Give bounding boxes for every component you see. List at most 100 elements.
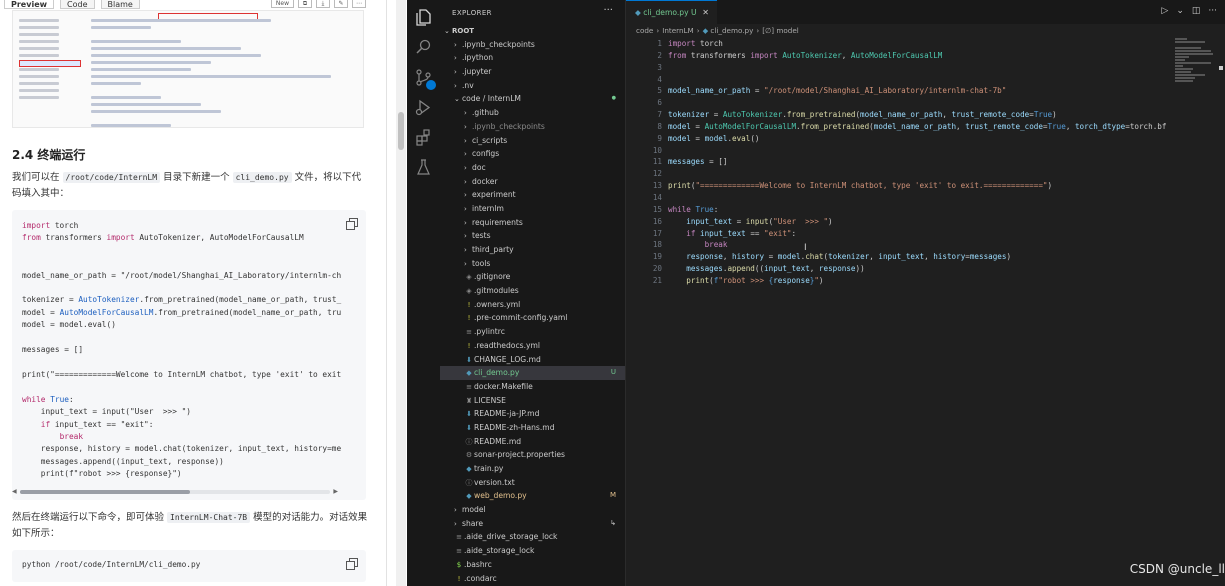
tree-item[interactable]: › .ipython (440, 51, 625, 65)
breadcrumb-file[interactable]: cli_demo.py (710, 26, 753, 35)
tree-item[interactable]: › requirements (440, 216, 625, 230)
testing-flask-icon[interactable] (414, 158, 433, 177)
code-horizontal-scrollbar[interactable]: ◀ ▶ (12, 488, 338, 496)
tree-item[interactable]: ≡ .aide_drive_storage_lock (440, 530, 625, 544)
editor-vertical-scrollbar[interactable] (1215, 24, 1225, 586)
tree-item[interactable]: ⓘ README.md (440, 435, 625, 449)
git-status-badge: U (610, 368, 616, 377)
tree-item[interactable]: › .github (440, 106, 625, 120)
code-editor[interactable]: import torch from transformers import Au… (668, 38, 1188, 287)
run-debug-icon[interactable] (414, 98, 433, 117)
git-status-badge: ● (611, 95, 616, 102)
file-icon: ≡ (456, 547, 462, 556)
tree-item[interactable]: ♜ LICENSE (440, 394, 625, 408)
scroll-left-icon[interactable]: ◀ (12, 488, 17, 495)
tree-item[interactable]: ⬇ CHANGE_LOG.md (440, 353, 625, 367)
split-editor-icon[interactable]: ◫ (1192, 6, 1201, 16)
tree-item[interactable]: ⚙ sonar-project.properties (440, 448, 625, 462)
code-line: print("=============Welcome to InternLM … (668, 181, 1053, 191)
line-number: 3 (657, 62, 662, 72)
editor-actions: ▷ ⌄ ◫ ··· (1161, 6, 1217, 16)
explorer-more-icon[interactable]: ··· (603, 5, 613, 16)
more-icon[interactable]: ⋯ (352, 0, 366, 8)
run-dropdown-icon[interactable]: ⌄ (1176, 6, 1184, 16)
code-line: import torch (668, 39, 723, 48)
copy-command-icon[interactable] (346, 558, 358, 570)
tree-item[interactable]: ⌄ ROOT (440, 24, 625, 38)
tree-item[interactable]: ≡ .pylintrc (440, 325, 625, 339)
code-line: response, history = model.chat(tokenizer… (686, 252, 1012, 262)
tree-item[interactable]: ◈ .gitignore (440, 270, 625, 284)
scroll-right-icon[interactable]: ▶ (333, 488, 338, 495)
tree-item[interactable]: ◆ train.py (440, 462, 625, 476)
tree-item[interactable]: › share ↳ (440, 517, 625, 531)
minimap[interactable] (1175, 38, 1213, 98)
tree-item[interactable]: › .jupyter (440, 65, 625, 79)
tree-item[interactable]: ⬇ README-zh-Hans.md (440, 421, 625, 435)
tree-item[interactable]: › doc (440, 161, 625, 175)
tree-item[interactable]: › .ipynb_checkpoints (440, 38, 625, 52)
chevron-right-icon: › (464, 136, 467, 145)
tree-item[interactable]: › tests (440, 229, 625, 243)
scrollbar-thumb[interactable] (20, 490, 190, 494)
tree-item[interactable]: ≡ docker.Makefile (440, 380, 625, 394)
breadcrumb-internlm[interactable]: InternLM (662, 26, 694, 35)
tree-item[interactable]: › configs (440, 147, 625, 161)
screenshot-root: Preview Code Blame New ⧉ ⤓ ✎ ⋯ 2.4 终端运行 … (0, 0, 1225, 586)
tab-cli-demo[interactable]: ◆ cli_demo.py U ✕ (626, 0, 717, 24)
download-icon[interactable]: ⤓ (316, 0, 330, 8)
tree-item[interactable]: › experiment (440, 188, 625, 202)
tree-item[interactable]: › ci_scripts (440, 134, 625, 148)
tree-item[interactable]: $ .bashrc (440, 558, 625, 572)
search-icon[interactable] (414, 38, 433, 57)
code-line: if input_text == "exit": (686, 228, 797, 238)
para-text: 我们可以在 (12, 172, 63, 183)
tree-item[interactable]: › tools (440, 257, 625, 271)
command-text: python /root/code/InternLM/cli_demo.py (22, 560, 201, 569)
chevron-right-icon: › (464, 232, 467, 241)
tree-item[interactable]: › .ipynb_checkpoints (440, 120, 625, 134)
file-icon: ! (467, 300, 471, 309)
tree-item[interactable]: ! .owners.yml (440, 298, 625, 312)
inline-code-path: /root/code/InternLM (62, 172, 161, 183)
tree-item-label: sonar-project.properties (474, 450, 565, 460)
more-actions-icon[interactable]: ··· (1208, 6, 1217, 16)
copy-code-icon[interactable] (346, 218, 358, 230)
tree-item[interactable]: ⬇ README-ja-JP.md (440, 407, 625, 421)
edit-icon[interactable]: ✎ (334, 0, 348, 8)
tree-item-label: .gitignore (474, 272, 511, 282)
tree-item[interactable]: ! .condarc (440, 572, 625, 586)
explorer-files-icon[interactable] (414, 8, 433, 27)
tree-item[interactable]: ! .readthedocs.yml (440, 339, 625, 353)
tree-item[interactable]: › model (440, 503, 625, 517)
tree-item[interactable]: ≡ .aide_storage_lock (440, 544, 625, 558)
tree-item[interactable]: › .nv (440, 79, 625, 93)
tree-item-label: .condarc (464, 573, 497, 583)
tab-preview[interactable]: Preview (4, 0, 55, 9)
tree-item[interactable]: ◆ web_demo.py M (440, 489, 625, 503)
extensions-icon[interactable] (414, 128, 433, 147)
chevron-right-icon: › (464, 177, 467, 186)
tree-item[interactable]: › internlm (440, 202, 625, 216)
tree-item[interactable]: ! .pre-commit-config.yaml (440, 311, 625, 325)
new-button[interactable]: New (270, 0, 294, 8)
tree-item[interactable]: ⌄ code / InternLM ● (440, 92, 625, 106)
tree-item[interactable]: › docker (440, 175, 625, 189)
close-tab-icon[interactable]: ✕ (702, 1, 709, 25)
tab-code[interactable]: Code (60, 0, 95, 9)
line-number: 18 (652, 240, 662, 250)
breadcrumb-symbol[interactable]: [∅] model (762, 26, 799, 35)
breadcrumb-code[interactable]: code (636, 26, 653, 35)
tree-item[interactable]: › third_party (440, 243, 625, 257)
file-icon: ⬇ (466, 410, 472, 419)
tree-item[interactable]: ⓘ version.txt (440, 476, 625, 490)
tree-item[interactable]: ◆ cli_demo.py U (440, 366, 625, 380)
tree-item[interactable]: ◈ .gitmodules (440, 284, 625, 298)
doc-vertical-scrollbar[interactable] (396, 0, 406, 586)
scrollbar-thumb[interactable] (398, 112, 404, 150)
tab-blame[interactable]: Blame (100, 0, 140, 9)
copy-icon[interactable]: ⧉ (298, 0, 312, 8)
tree-item-label: .jupyter (462, 67, 492, 77)
section-title: 2.4 终端运行 (12, 148, 86, 162)
run-python-icon[interactable]: ▷ (1161, 6, 1168, 16)
